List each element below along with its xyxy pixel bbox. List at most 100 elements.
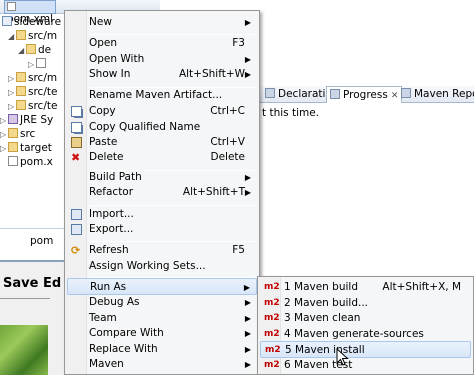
menu-item-label: Show In [89, 68, 131, 80]
copy-icon [71, 106, 82, 117]
run-as-submenu: m2 1 Maven build Alt+Shift+X, M m2 2 Mav… [257, 276, 474, 375]
menu-item-maven[interactable]: Maven ▶ [67, 356, 257, 373]
menu-item-label: Compare With [89, 327, 164, 339]
tab-label: Maven Reposito [414, 88, 474, 100]
tree-item[interactable]: pom.x [8, 155, 53, 170]
folder-icon [16, 100, 26, 110]
context-menu: New ▶ Open F3 Open With ▶ Show In Alt+Sh… [64, 10, 260, 375]
tree-item-label: target [20, 142, 52, 154]
submenu-arrow-icon: ▶ [244, 18, 251, 27]
expand-icon[interactable]: ▷ [8, 99, 16, 114]
submenu-arrow-icon: ▶ [244, 70, 251, 79]
editor-tab[interactable]: pom [30, 235, 53, 247]
page-image [0, 325, 48, 375]
menu-item-open[interactable]: Open F3 [67, 35, 257, 52]
menu-item-new[interactable]: New ▶ [67, 14, 257, 31]
tree-item[interactable]: ▷ src/te [8, 85, 57, 100]
tree-item[interactable]: ◢ src/m [8, 29, 57, 44]
tree-item[interactable]: ▷ [28, 57, 48, 72]
copy-qualified-icon [71, 122, 82, 133]
menu-item-shortcut: Delete [210, 151, 246, 163]
selected-top-item[interactable]: pom.xml [4, 0, 56, 25]
menu-item-label: New [89, 16, 112, 28]
tree-item-label: JRE Sy [20, 114, 54, 126]
folder-icon [16, 72, 26, 82]
menu-item-label: Open [89, 37, 118, 49]
folder-icon [16, 30, 26, 40]
tree-item[interactable]: ▷ target [0, 141, 52, 156]
menu-item-run-as[interactable]: Run As ▶ [67, 278, 257, 295]
xml-file-icon [7, 2, 16, 11]
expand-icon[interactable]: ▷ [8, 71, 16, 86]
m2-icon: m2 [264, 313, 280, 323]
menu-item-label: Copy [89, 105, 116, 117]
java-file-icon [36, 58, 46, 68]
m2-icon: m2 [264, 282, 280, 292]
tree-item[interactable]: ▷ src/m [8, 71, 57, 86]
menu-item-copy[interactable]: Copy Ctrl+C [67, 103, 257, 120]
menu-item-label: 3 Maven clean [284, 312, 361, 324]
menu-item-maven-build[interactable]: m2 1 Maven build Alt+Shift+X, M [260, 279, 471, 296]
collapse-icon[interactable]: ◢ [8, 29, 16, 44]
tree-item-label: src/m [28, 30, 58, 42]
tab-label: Progress [343, 89, 388, 101]
tree-item-label: src/m [28, 72, 58, 84]
expand-icon[interactable]: ▷ [8, 85, 16, 100]
menu-item-export[interactable]: Export... [67, 221, 257, 238]
tree-item-project[interactable]: sideware [2, 15, 61, 30]
project-icon [2, 16, 12, 26]
submenu-arrow-icon: ▶ [244, 188, 251, 197]
menu-item-label: Assign Working Sets... [89, 260, 206, 272]
menu-item-label: Refresh [89, 244, 129, 256]
menu-item-label: Export... [89, 223, 134, 235]
tab-maven-repositories[interactable]: Maven Reposito [398, 86, 474, 103]
tree-item-label: src [20, 128, 36, 140]
tree-item[interactable]: ◢ de [18, 43, 51, 58]
import-icon [71, 209, 82, 220]
menu-item-label: 1 Maven build [284, 281, 358, 293]
expand-icon[interactable]: ▷ [28, 57, 36, 72]
menu-item-show-in[interactable]: Show In Alt+Shift+W ▶ [67, 66, 257, 83]
menu-item-shortcut: Alt+Shift+T [182, 186, 245, 198]
xml-file-icon [8, 156, 18, 166]
refresh-icon: ⟳ [71, 244, 81, 257]
tree-item-label: src/te [28, 86, 58, 98]
menu-item-label: Maven [89, 358, 124, 370]
menu-item-maven-clean[interactable]: m2 3 Maven clean [260, 310, 471, 327]
tab-progress[interactable]: Progress ✕ [326, 86, 403, 103]
menu-item-shortcut: F5 [232, 244, 245, 256]
menu-item-shortcut: Ctrl+C [210, 105, 245, 117]
menu-item-maven-test[interactable]: m2 6 Maven test [260, 357, 471, 374]
tree-item-label: src/te [28, 100, 58, 112]
folder-icon [16, 86, 26, 96]
tree-item-label: sideware [14, 16, 62, 28]
m2-icon: m2 [264, 360, 280, 370]
collapse-icon[interactable]: ◢ [18, 43, 26, 58]
submenu-arrow-icon: ▶ [244, 329, 251, 338]
menu-item-delete[interactable]: ✖ Delete Delete [67, 149, 257, 166]
tree-item[interactable]: ▷ src [0, 127, 35, 142]
menu-item-maven-install[interactable]: m2 5 Maven install [260, 341, 471, 358]
page-heading: Save Ed [3, 276, 62, 291]
menu-item-refactor[interactable]: Refactor Alt+Shift+T ▶ [67, 184, 257, 201]
divider [0, 298, 50, 299]
progress-message: t this time. [262, 107, 320, 119]
expand-icon[interactable]: ▷ [0, 113, 8, 128]
views-tab-bar: Declaration Progress✕ Maven Reposito [258, 86, 474, 103]
menu-item-refresh[interactable]: ⟳ Refresh F5 [67, 242, 257, 259]
menu-item-assign-working-sets[interactable]: Assign Working Sets... [67, 258, 257, 275]
progress-icon [330, 89, 340, 99]
menu-item-label: Refactor [89, 186, 134, 198]
tree-item[interactable]: ▷ JRE Sy [0, 113, 53, 128]
maven-repo-icon [401, 88, 411, 98]
folder-icon [8, 142, 18, 152]
menu-item-debug-as[interactable]: Debug As ▶ [67, 294, 257, 311]
expand-icon[interactable]: ▷ [0, 127, 8, 142]
tree-item[interactable]: ▷ src/te [8, 99, 57, 114]
menu-item-shortcut: Alt+Shift+X, M [382, 281, 461, 293]
mouse-cursor-icon [336, 348, 349, 366]
expand-icon[interactable]: ▷ [0, 141, 8, 156]
menu-item-rename-maven-artifact[interactable]: Rename Maven Artifact... [67, 87, 257, 104]
menu-item-compare-with[interactable]: Compare With ▶ [67, 325, 257, 342]
submenu-arrow-icon: ▶ [244, 360, 251, 369]
